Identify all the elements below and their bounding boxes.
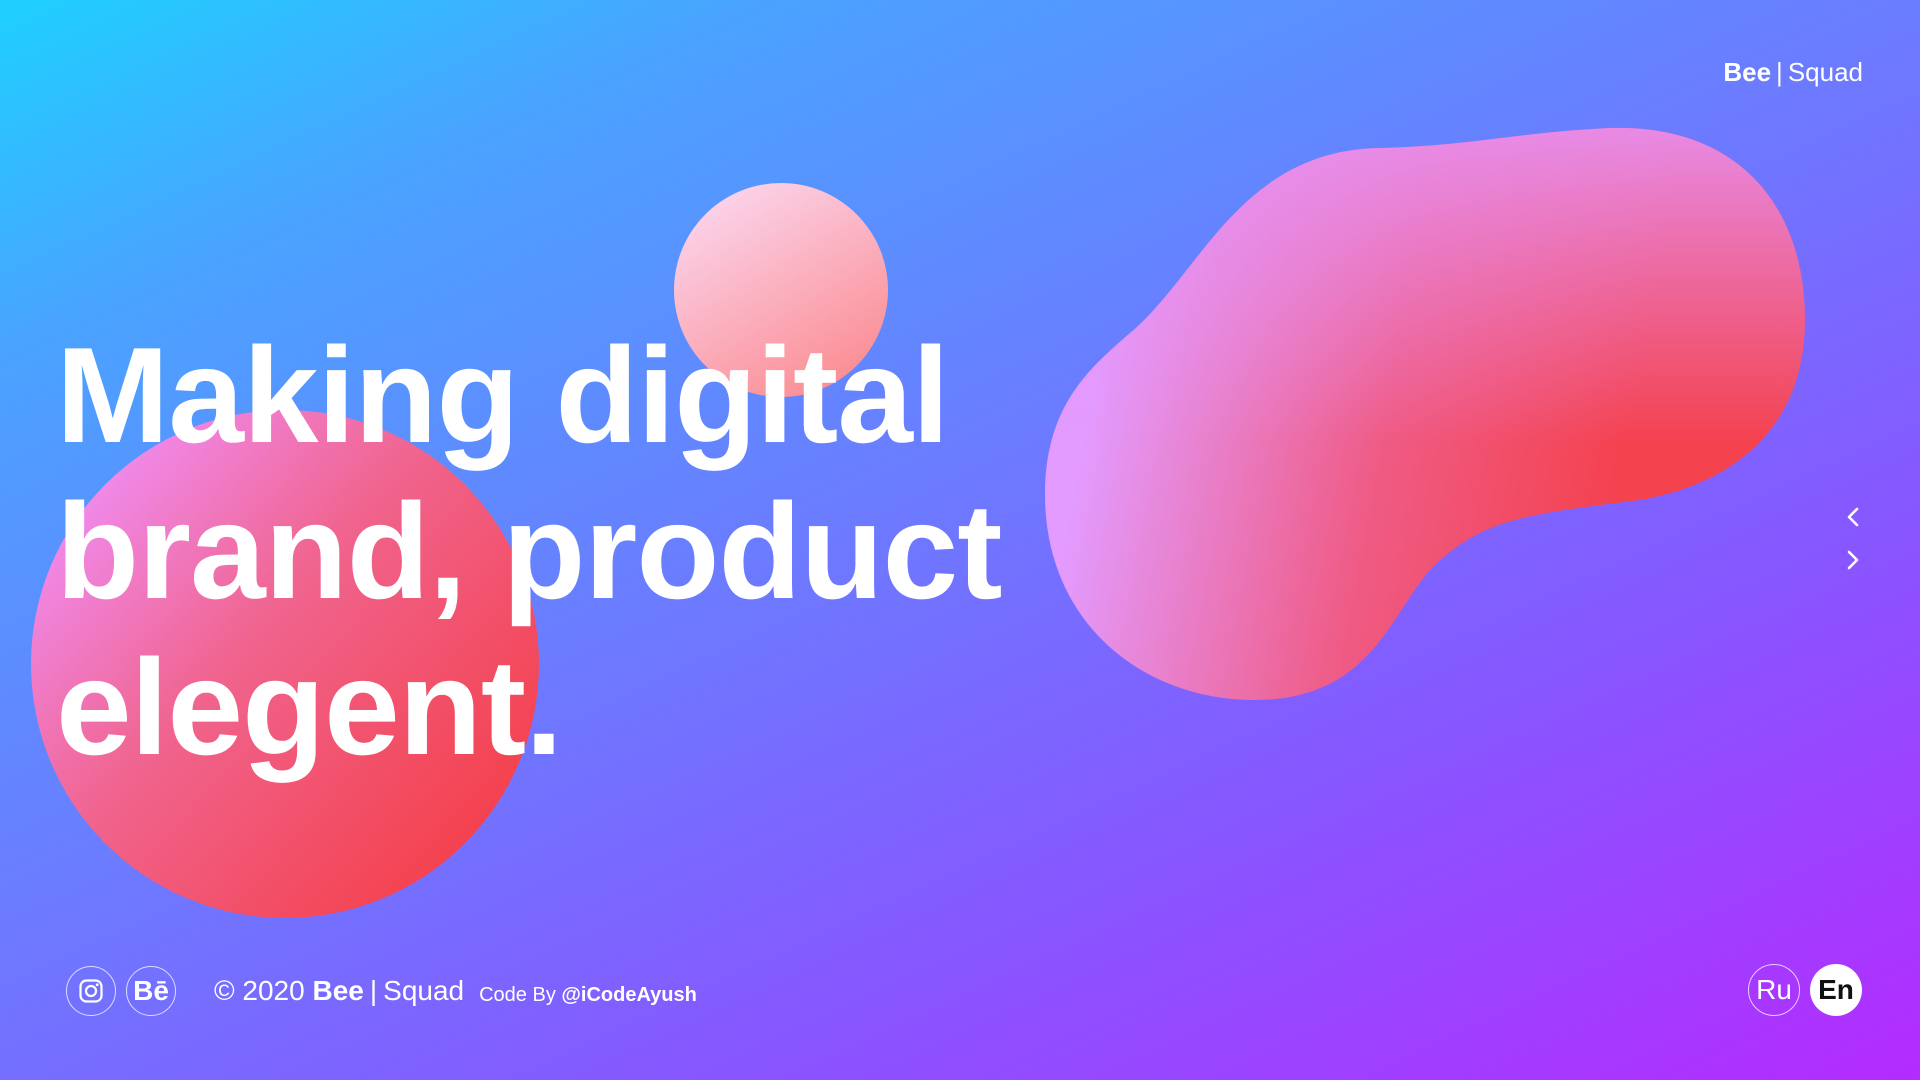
headline-line-1: Making digital (56, 319, 950, 471)
hero-headline: Making digital brand, product elegent. (56, 317, 1003, 785)
copyright-brand-light: Squad (383, 975, 465, 1006)
right-blob (1045, 127, 1805, 701)
slider-navigation (1838, 502, 1868, 588)
chevron-left-icon[interactable] (1838, 502, 1868, 532)
copyright-separator: | (369, 975, 378, 1006)
headline-line-3: elegent. (56, 631, 563, 783)
chevron-right-icon[interactable] (1838, 545, 1868, 575)
code-credit: Code By @iCodeAyush (479, 984, 697, 1007)
logo-separator: | (1776, 57, 1783, 87)
instagram-button[interactable] (66, 966, 116, 1016)
behance-button[interactable]: Bē (126, 966, 176, 1016)
headline-line-2: brand, product (56, 475, 1003, 627)
site-logo[interactable]: Bee | Squad (1723, 56, 1863, 88)
credit-handle-link[interactable]: @iCodeAyush (561, 984, 696, 1006)
copyright-prefix: © 2020 (214, 975, 305, 1006)
landing-page: Bee | Squad Making digital brand, product … (0, 0, 1920, 1080)
language-ru-button[interactable]: Ru (1748, 964, 1800, 1016)
copyright-brand-strong: Bee (312, 975, 364, 1006)
language-en-button[interactable]: En (1810, 964, 1862, 1016)
behance-icon: Bē (133, 975, 169, 1006)
instagram-icon (79, 979, 103, 1003)
credit-prefix: Code By (479, 983, 556, 1006)
language-switcher: Ru En (1738, 964, 1862, 1016)
footer: Bē © 2020 Bee | Squad Code By @iCodeAyush (66, 964, 697, 1018)
copyright: © 2020 Bee | Squad (214, 975, 464, 1007)
logo-brand-light: Squad (1787, 57, 1863, 87)
logo-brand-strong: Bee (1723, 57, 1772, 87)
